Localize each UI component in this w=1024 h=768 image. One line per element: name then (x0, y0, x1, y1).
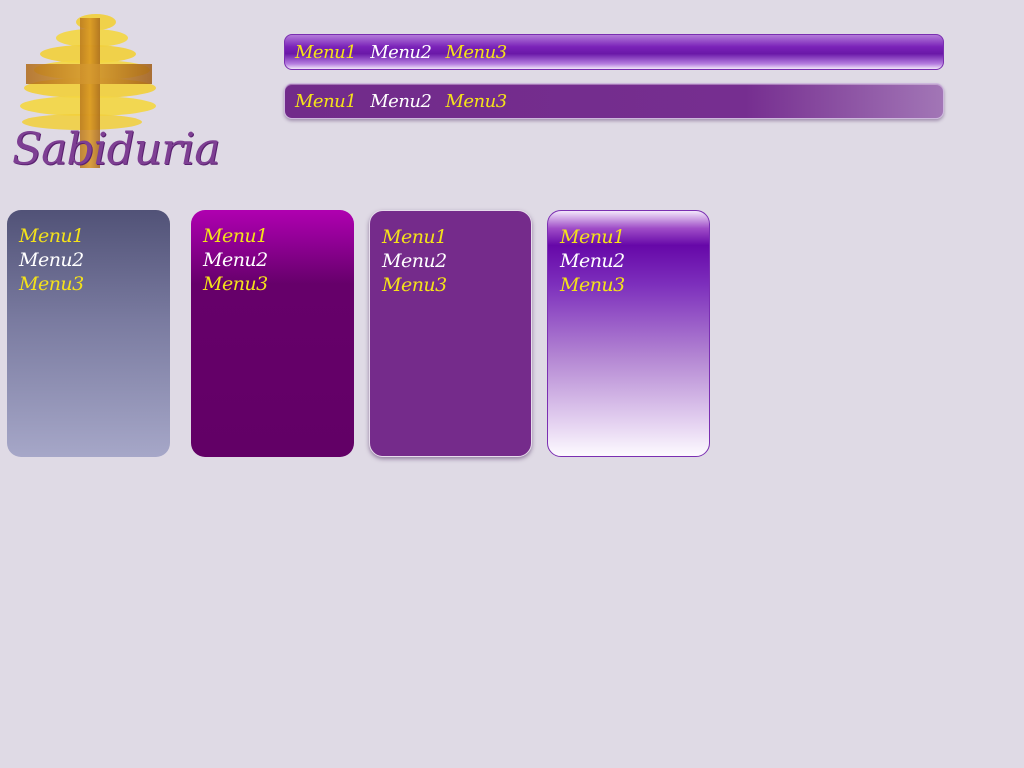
vertical-menu-panel-2: Menu1 Menu2 Menu3 (191, 210, 354, 457)
menu-item-menu3[interactable]: Menu3 (560, 273, 697, 297)
menu-item-menu3[interactable]: Menu3 (382, 273, 519, 297)
vertical-menu-panel-1: Menu1 Menu2 Menu3 (7, 210, 170, 457)
menu-item-menu2[interactable]: Menu2 (19, 248, 158, 272)
menu-item-menu3[interactable]: Menu3 (445, 91, 507, 112)
menu-item-menu1[interactable]: Menu1 (382, 225, 519, 249)
menu-item-menu2[interactable]: Menu2 (370, 42, 432, 63)
menu-item-menu3[interactable]: Menu3 (19, 272, 158, 296)
menu-item-menu1[interactable]: Menu1 (295, 42, 357, 63)
menu-item-menu1[interactable]: Menu1 (295, 91, 357, 112)
horizontal-menu-bar-2: Menu1 Menu2 Menu3 (284, 83, 944, 119)
menu-item-menu2[interactable]: Menu2 (370, 91, 432, 112)
menu-item-menu2[interactable]: Menu2 (382, 249, 519, 273)
vertical-menu-panel-3: Menu1 Menu2 Menu3 (369, 210, 532, 457)
menu-item-menu2[interactable]: Menu2 (203, 248, 342, 272)
vertical-menu-panel-4: Menu1 Menu2 Menu3 (547, 210, 710, 457)
logo-text: Sabiduria (12, 124, 220, 175)
menu-item-menu1[interactable]: Menu1 (19, 224, 158, 248)
menu-item-menu1[interactable]: Menu1 (560, 225, 697, 249)
logo[interactable]: Sabiduria (8, 8, 220, 178)
horizontal-menu-bar-1: Menu1 Menu2 Menu3 (284, 34, 944, 70)
menu-item-menu1[interactable]: Menu1 (203, 224, 342, 248)
page: Sabiduria Menu1 Menu2 Menu3 Menu1 Menu2 … (0, 0, 1024, 768)
menu-item-menu3[interactable]: Menu3 (445, 42, 507, 63)
menu-item-menu3[interactable]: Menu3 (203, 272, 342, 296)
menu-item-menu2[interactable]: Menu2 (560, 249, 697, 273)
